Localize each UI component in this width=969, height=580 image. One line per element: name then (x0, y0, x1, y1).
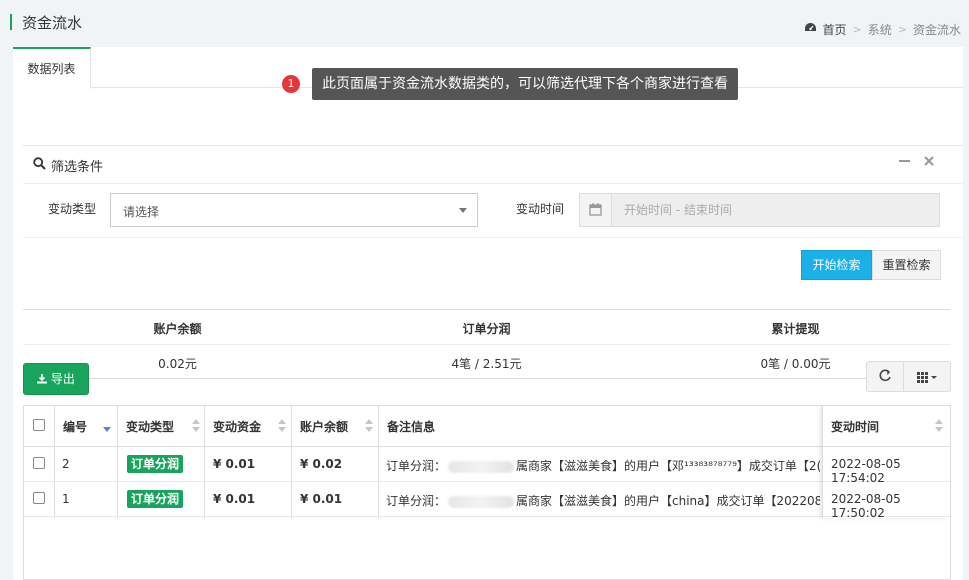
breadcrumb: 首页 > 系统 > 资金流水 (804, 21, 961, 38)
fixed-time-column: 变动时间 2022-08-05 17:54:02 2022-08-05 17:5… (822, 406, 950, 520)
filter-row: 变动类型 请选择 变动时间 (23, 184, 963, 238)
row-balance: ¥ 0.02 (300, 457, 343, 471)
filter-header: 筛选条件 (23, 146, 963, 184)
redacted-text (448, 495, 515, 508)
refresh-icon (867, 369, 903, 394)
breadcrumb-separator: > (897, 23, 907, 36)
redacted-text (448, 460, 515, 473)
row-id: 1 (62, 492, 70, 506)
change-type-label: 变动类型 (48, 202, 97, 216)
row-time: 2022-08-05 17:54:02 (831, 457, 901, 485)
tip-number-badge: 1 (282, 75, 300, 93)
breadcrumb-current: 资金流水 (912, 23, 961, 37)
tip-annotation: 1 此页面属于资金流水数据类的，可以筛选代理下各个商家进行查看 (282, 68, 738, 100)
row-checkbox[interactable] (33, 492, 45, 504)
stats-summary: 账户余额 订单分润 累计提现 0.02元 4笔 / 2.51元 0笔 / 0.0… (23, 309, 950, 379)
row-checkbox[interactable] (33, 457, 45, 469)
tip-text: 此页面属于资金流水数据类的，可以筛选代理下各个商家进行查看 (312, 68, 738, 100)
close-icon[interactable] (924, 154, 934, 170)
grid-icon (904, 372, 950, 394)
col-balance[interactable]: 账户余额 (300, 418, 348, 435)
filter-title: 筛选条件 (51, 160, 104, 175)
page-header: 资金流水 首页 > 系统 > 资金流水 (0, 0, 969, 42)
table-row[interactable]: 1 订单分润 ¥ 0.01 ¥ 0.01 订单分润： 属商家【滋滋美食】的用户【c… (24, 482, 950, 517)
change-time-label: 变动时间 (516, 202, 565, 216)
calendar-icon (580, 194, 612, 226)
reset-button[interactable]: 重置检索 (872, 250, 941, 280)
caret-down-icon (459, 208, 467, 213)
search-icon (33, 157, 46, 173)
row-amount: ¥ 0.01 (213, 457, 256, 471)
minimize-icon[interactable] (899, 154, 910, 170)
page-title: 资金流水 (22, 14, 83, 32)
filter-box: 筛选条件 变动类型 请选择 变动时间 开始检索 重置检索 (23, 145, 963, 292)
title-accent-bar (10, 14, 12, 30)
breadcrumb-system[interactable]: 系统 (868, 21, 892, 38)
col-type[interactable]: 变动类型 (126, 418, 174, 435)
stats-header-row: 账户余额 订单分润 累计提现 (23, 310, 950, 345)
export-label: 导出 (50, 372, 75, 386)
change-type-value: 请选择 (123, 205, 160, 219)
col-time[interactable]: 变动时间 (831, 418, 879, 435)
row-time: 2022-08-05 17:50:02 (831, 492, 901, 520)
export-button[interactable]: 导出 (23, 363, 89, 395)
row-remark: 订单分润： 属商家【滋滋美食】的用户【china】成交订单【2022080 (386, 494, 820, 508)
row-balance: ¥ 0.01 (300, 492, 343, 506)
col-id[interactable]: 编号 (63, 418, 87, 435)
sort-icon[interactable] (192, 419, 200, 433)
table-row[interactable]: 2 订单分润 ¥ 0.01 ¥ 0.02 订单分润： 属商家【滋滋美食】的用户【邓… (24, 447, 950, 482)
sort-icon[interactable] (365, 419, 373, 433)
columns-toggle-button[interactable] (903, 361, 951, 392)
date-range-field[interactable] (579, 193, 940, 227)
tab-data-list[interactable]: 数据列表 (13, 47, 91, 89)
download-icon (37, 372, 51, 386)
col-remark: 备注信息 (387, 420, 436, 434)
row-remark: 订单分润： 属商家【滋滋美食】的用户【邓¹³³⁸³⁸⁷⁸⁷⁷⁹】成交订单【2( (386, 459, 820, 473)
stat-header-balance: 账户余额 (153, 322, 202, 336)
refresh-button[interactable] (866, 361, 904, 392)
select-all-checkbox[interactable] (33, 419, 45, 431)
breadcrumb-separator: > (852, 23, 862, 36)
stat-header-withdrawal: 累计提现 (771, 322, 820, 336)
stat-header-order-profit: 订单分润 (462, 322, 511, 336)
col-amount[interactable]: 变动资金 (213, 418, 261, 435)
data-table: 编号 变动类型 变动资金 账户余额 备注信息 2 订单分润 ¥ 0.01 ¥ 0… (23, 405, 951, 580)
sort-desc-icon[interactable] (103, 419, 111, 433)
sort-icon[interactable] (278, 419, 286, 433)
type-badge: 订单分润 (127, 490, 184, 508)
row-amount: ¥ 0.01 (213, 492, 256, 506)
sort-icon[interactable] (935, 419, 943, 433)
type-badge: 订单分润 (127, 455, 184, 473)
search-button[interactable]: 开始检索 (801, 250, 872, 280)
table-header: 编号 变动类型 变动资金 账户余额 备注信息 (24, 406, 950, 447)
main-panel: 数据列表 筛选条件 变动类型 请选择 变动时间 开始时间 - 结束时间 开始检索… (13, 47, 963, 580)
breadcrumb-home[interactable]: 首页 (823, 21, 847, 38)
change-type-select[interactable]: 请选择 (110, 193, 478, 227)
dashboard-icon (804, 22, 817, 37)
row-id: 2 (62, 457, 70, 471)
stat-value-order-profit: 4笔 / 2.51元 (451, 357, 522, 371)
date-range-input[interactable] (612, 194, 939, 226)
